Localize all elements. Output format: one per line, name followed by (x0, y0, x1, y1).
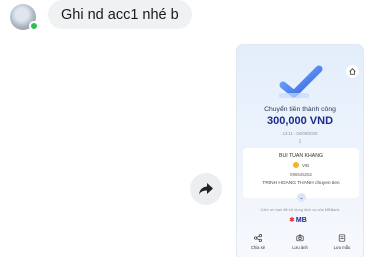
camera-icon (296, 233, 305, 242)
status-bar (237, 45, 363, 51)
save-template-label: Lưu mẫu (333, 245, 351, 250)
share-label: Chia sẻ (250, 245, 266, 250)
chevron-down-icon: ⌄ (299, 194, 304, 201)
star-logo-icon: ✱ (289, 217, 295, 224)
message-bubble[interactable]: Ghi nd acc1 nhé b (48, 0, 192, 29)
online-status-dot (29, 21, 39, 31)
save-template-action[interactable]: Lưu mẫu (327, 233, 357, 250)
forward-button[interactable] (190, 173, 222, 205)
save-template-icon (338, 233, 347, 242)
share-action[interactable]: Chia sẻ (243, 233, 273, 250)
home-button[interactable] (346, 65, 359, 78)
recipient-name: BUI TUAN KHANG (278, 153, 323, 159)
receipt-title: Chuyển tiền thành công (264, 106, 336, 113)
expand-details-button[interactable]: ⌄ (297, 193, 306, 202)
save-image-label: Lưu ảnh (292, 245, 308, 250)
transfer-amount: 300,000 VND (266, 115, 334, 127)
message-text: Ghi nd acc1 nhé b (61, 6, 179, 23)
success-check-icon (277, 63, 325, 103)
transfer-memo: TRINH HOANG THANH chuyen tien (262, 181, 340, 186)
transfer-datetime: 13:11 - 04/09/2026 (282, 131, 318, 136)
receipt-actions: Chia sẻ Lưu ảnh Lưu mẫu (237, 233, 363, 250)
bank-name: VIB (301, 162, 310, 168)
save-image-action[interactable]: Lưu ảnh (285, 233, 315, 250)
mbbank-logo: ✱ MB (289, 216, 307, 225)
share-forward-icon (199, 183, 213, 195)
bank-logo-icon (292, 162, 299, 168)
recipient-card: BUI TUAN KHANG VIB 096545252 TRINH HOANG… (243, 148, 359, 198)
mb-logo-text: MB (295, 216, 307, 224)
bank-row: VIB (243, 162, 359, 168)
account-number: 096545252 (290, 172, 312, 177)
thanks-text: Cảm ơn bạn đã sử dụng dịch vụ của MBBank (260, 207, 340, 212)
arrow-down-icon: ⇩ (298, 139, 303, 145)
share-icon (254, 233, 263, 242)
home-icon (349, 68, 356, 75)
transfer-receipt-image[interactable]: Chuyển tiền thành công 300,000 VND 13:11… (236, 44, 364, 257)
